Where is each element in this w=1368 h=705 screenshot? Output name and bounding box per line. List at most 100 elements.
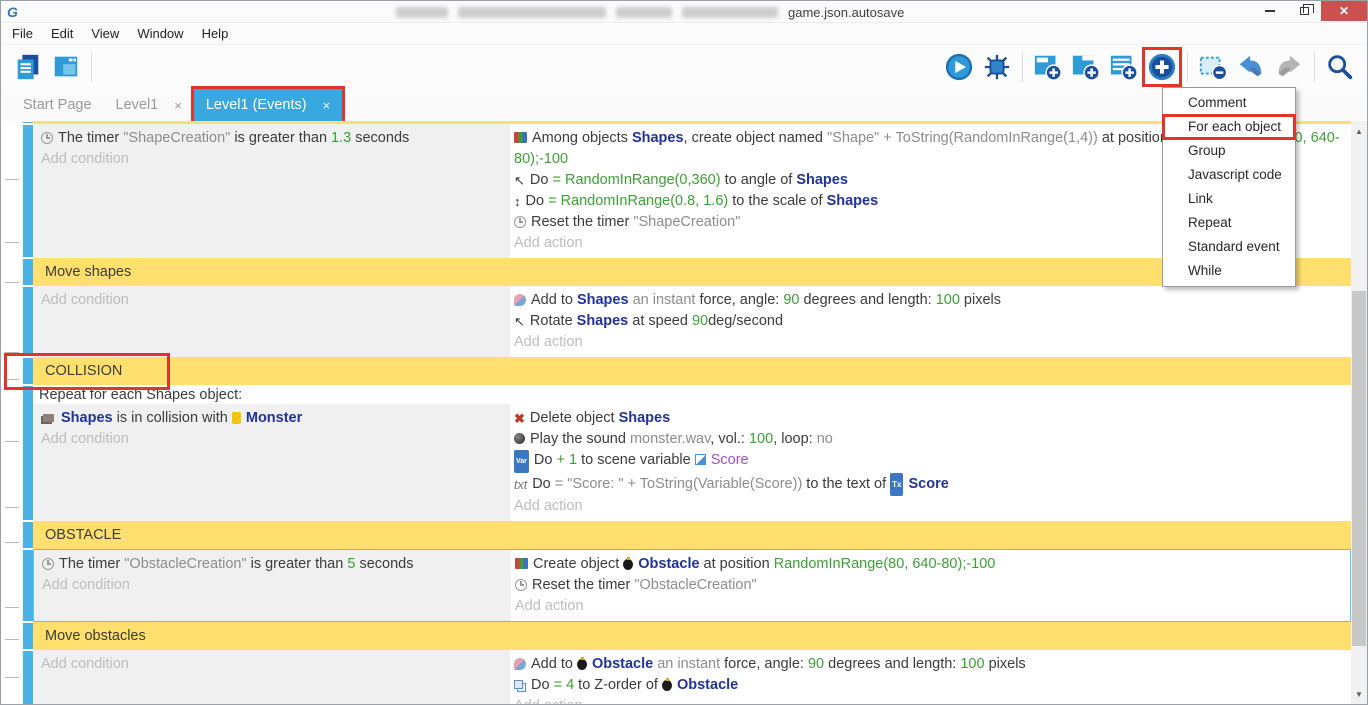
menu-item-comment[interactable]: Comment <box>1163 91 1295 115</box>
menu-window[interactable]: Window <box>128 24 192 43</box>
add-condition-button[interactable]: Add condition <box>41 654 502 675</box>
event-drag-bar[interactable] <box>23 623 33 649</box>
comment-body[interactable]: Move obstacles <box>33 622 1351 650</box>
foreach-event-row[interactable]: Repeat for each Shapes object:Shapes is … <box>23 385 1351 521</box>
tab-close-icon[interactable]: × <box>174 98 182 113</box>
undo-icon <box>1236 52 1266 82</box>
play-button[interactable] <box>943 51 975 83</box>
event-drag-bar[interactable] <box>23 358 33 384</box>
event-drag-bar[interactable] <box>23 386 33 520</box>
condition-line[interactable]: Shapes is in collision with Monster <box>41 408 502 429</box>
event-drag-bar[interactable] <box>23 651 33 704</box>
add-action-button[interactable]: Add action <box>515 596 1344 617</box>
condition-line[interactable]: The timer "ShapeCreation" is greater tha… <box>41 128 502 149</box>
event-row[interactable]: The timer "ObstacleCreation" is greater … <box>23 549 1351 622</box>
force-icon <box>514 294 526 306</box>
scrollbar-thumb[interactable] <box>1352 291 1366 646</box>
scene-editor-button[interactable] <box>50 51 82 83</box>
comment-body[interactable]: OBSTACLE <box>33 521 1351 549</box>
scene-variable-icon <box>695 454 706 465</box>
tab-level1-events[interactable]: Level1 (Events)× <box>194 89 342 121</box>
scroll-down-icon[interactable]: ▼ <box>1351 686 1367 702</box>
menu-item-repeat[interactable]: Repeat <box>1163 211 1295 235</box>
events-scrollbar[interactable]: ▲ ▼ <box>1351 121 1367 704</box>
close-button[interactable]: ✕ <box>1321 1 1367 21</box>
project-manager-button[interactable] <box>12 51 44 83</box>
window-title-text: game.json.autosave <box>788 5 904 20</box>
action-line[interactable]: Play the sound monster.wav, vol.: 100, l… <box>514 429 1345 450</box>
add-comment-button[interactable] <box>1108 51 1140 83</box>
tab-close-icon[interactable]: × <box>323 98 331 113</box>
action-line[interactable]: txtDo = "Score: " + ToString(Variable(Sc… <box>514 473 1345 496</box>
condition-line[interactable]: The timer "ObstacleCreation" is greater … <box>42 554 503 575</box>
add-event-type-icon <box>1147 52 1177 82</box>
add-condition-button[interactable]: Add condition <box>41 429 502 450</box>
tab-level1[interactable]: Level1× <box>104 89 194 121</box>
comment-label: Move shapes <box>45 264 131 280</box>
add-condition-button[interactable]: Add condition <box>41 149 502 170</box>
txt-icon: txt <box>514 475 527 496</box>
scene-editor-icon <box>51 52 81 82</box>
event-drag-bar[interactable] <box>23 259 33 285</box>
sound-icon <box>514 433 525 444</box>
redacted-title-block <box>682 7 778 18</box>
gutter-tick <box>5 677 19 678</box>
event-row[interactable]: Add condition Add to Obstacle an instant … <box>23 650 1351 704</box>
redo-button[interactable] <box>1273 51 1305 83</box>
actions-cell: Add to Shapes an instant force, angle: 9… <box>510 286 1351 357</box>
add-action-button[interactable]: Add action <box>514 332 1345 353</box>
add-event-type-button[interactable] <box>1146 51 1178 83</box>
event-row[interactable]: Add condition Add to Shapes an instant fo… <box>23 286 1351 357</box>
action-line[interactable]: Reset the timer "ObstacleCreation" <box>515 575 1344 596</box>
comment-body[interactable]: Move shapes <box>33 258 1351 286</box>
tab-start-page[interactable]: Start Page <box>11 89 104 121</box>
event-drag-bar[interactable] <box>23 122 33 123</box>
menu-file[interactable]: File <box>3 24 42 43</box>
event-cells: The timer "ObstacleCreation" is greater … <box>33 549 1351 622</box>
add-condition-button[interactable]: Add condition <box>42 575 503 596</box>
add-action-button[interactable]: Add action <box>514 496 1345 517</box>
add-condition-button[interactable]: Add condition <box>41 290 502 311</box>
add-subevent-button[interactable] <box>1070 51 1102 83</box>
comment-row[interactable]: OBSTACLE <box>23 521 1351 549</box>
minimize-button[interactable] <box>1253 1 1287 21</box>
gdevelop-logo-icon: G <box>7 4 18 20</box>
event-drag-bar[interactable] <box>23 522 33 548</box>
event-row[interactable]: The timer "ShapeCreation" is greater tha… <box>23 124 1351 258</box>
event-drag-bar[interactable] <box>23 550 33 621</box>
menu-item-javascript-code[interactable]: Javascript code <box>1163 163 1295 187</box>
menu-item-standard-event[interactable]: Standard event <box>1163 235 1295 259</box>
menu-item-group[interactable]: Group <box>1163 139 1295 163</box>
action-line[interactable]: Add to Shapes an instant force, angle: 9… <box>514 290 1345 311</box>
menu-help[interactable]: Help <box>193 24 238 43</box>
add-action-button[interactable]: Add action <box>514 696 1345 704</box>
action-line[interactable]: Add to Obstacle an instant force, angle:… <box>514 654 1345 675</box>
action-line[interactable]: ✖Delete object Shapes <box>514 408 1345 429</box>
menu-item-link[interactable]: Link <box>1163 187 1295 211</box>
comment-body[interactable]: COLLISION <box>33 357 1351 385</box>
add-event-button[interactable] <box>1032 51 1064 83</box>
menu-edit[interactable]: Edit <box>42 24 82 43</box>
timer-icon <box>41 132 53 144</box>
event-cells: The timer "ShapeCreation" is greater tha… <box>33 124 1351 258</box>
menu-view[interactable]: View <box>82 24 128 43</box>
event-drag-bar[interactable] <box>23 125 33 257</box>
obstacle-object-icon <box>662 680 672 691</box>
action-line[interactable]: Create object Obstacle at position Rando… <box>515 554 1344 575</box>
redacted-title-block <box>616 7 672 18</box>
menu-item-for-each-object[interactable]: For each object <box>1163 115 1295 139</box>
comment-row[interactable]: COLLISION <box>23 357 1351 385</box>
scroll-up-icon[interactable]: ▲ <box>1351 123 1367 139</box>
undo-button[interactable] <box>1235 51 1267 83</box>
search-button[interactable] <box>1324 51 1356 83</box>
comment-row[interactable]: Move obstacles <box>23 622 1351 650</box>
event-drag-bar[interactable] <box>23 287 33 356</box>
action-line[interactable]: Do = 4 to Z-order of Obstacle <box>514 675 1345 696</box>
menu-item-while[interactable]: While <box>1163 259 1295 283</box>
restore-button[interactable] <box>1287 1 1321 21</box>
comment-row[interactable]: Move shapes <box>23 258 1351 286</box>
action-line[interactable]: ↖Rotate Shapes at speed 90deg/second <box>514 311 1345 332</box>
debug-button[interactable] <box>981 51 1013 83</box>
action-line[interactable]: VarDo + 1 to scene variable Score <box>514 450 1345 473</box>
remove-event-button[interactable] <box>1197 51 1229 83</box>
